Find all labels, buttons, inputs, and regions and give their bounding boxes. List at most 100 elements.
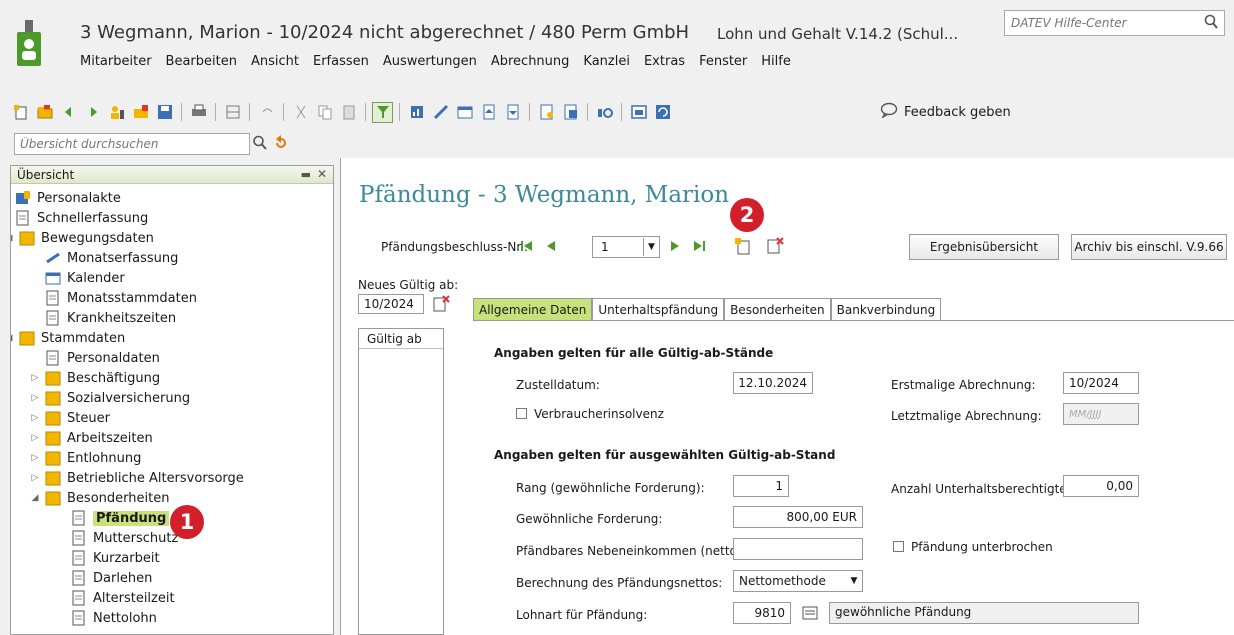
forderung-input[interactable]: 800,00 EUR	[733, 506, 863, 528]
nebeneinkommen-input[interactable]	[733, 538, 863, 560]
pin-icon[interactable]: ▬	[301, 168, 311, 181]
save-icon[interactable]	[154, 102, 175, 123]
refresh-icon[interactable]	[652, 102, 673, 123]
chevron-down-icon[interactable]: ▼	[846, 571, 862, 591]
tree-item-beschaeftigung[interactable]: ▷ Beschäftigung	[29, 368, 160, 388]
ergebnisuebersicht-button[interactable]: Ergebnisübersicht	[909, 234, 1059, 260]
cut-icon[interactable]	[290, 102, 311, 123]
delete-record-icon[interactable]	[765, 236, 785, 256]
copy-icon[interactable]	[314, 102, 335, 123]
paste-icon[interactable]	[338, 102, 359, 123]
lohnart-input[interactable]: 9810	[733, 602, 791, 624]
tab-unterhaltspfaendung[interactable]: Unterhaltspfändung	[592, 298, 725, 320]
tree-item-stammdaten[interactable]: ◢ Stammdaten	[11, 328, 125, 348]
expand-arrow-icon[interactable]: ▷	[29, 373, 41, 383]
tree-item-kurzarbeit[interactable]: Kurzarbeit	[71, 548, 160, 568]
previous-record-icon[interactable]	[541, 236, 561, 256]
export-icon[interactable]	[478, 102, 499, 123]
new-record-icon[interactable]	[733, 236, 753, 256]
tree-item-nettolohn[interactable]: Nettolohn	[71, 608, 157, 628]
tree-item-entlohnung[interactable]: ▷ Entlohnung	[29, 448, 141, 468]
feedback-button[interactable]: Feedback geben	[880, 102, 1011, 122]
document-preview-icon[interactable]	[536, 102, 557, 123]
tree-item-altersteilzeit[interactable]: Altersteilzeit	[71, 588, 175, 608]
edit-folder-icon[interactable]	[130, 102, 151, 123]
tree-item-pfaendung[interactable]: Pfändung	[71, 508, 170, 528]
delete-date-icon[interactable]	[431, 294, 451, 314]
filter-tree-icon[interactable]	[372, 101, 393, 123]
collapse-arrow-icon[interactable]: ◢	[11, 233, 15, 243]
berechnung-select[interactable]: Nettomethode ▼	[733, 570, 863, 592]
tree-item-personaldaten[interactable]: Personaldaten	[45, 348, 160, 368]
document-copy-icon[interactable]	[560, 102, 581, 123]
menu-abrechnung[interactable]: Abrechnung	[491, 54, 580, 69]
tree-item-monatserfassung[interactable]: Monatserfassung	[45, 248, 178, 268]
menu-ansicht[interactable]: Ansicht	[251, 54, 309, 69]
previous-icon[interactable]	[58, 102, 79, 123]
employee-icon[interactable]	[106, 102, 127, 123]
chevron-down-icon[interactable]: ▼	[643, 238, 659, 256]
layout-icon[interactable]	[222, 102, 243, 123]
calendar-icon[interactable]	[454, 102, 475, 123]
reset-search-icon[interactable]	[272, 134, 290, 155]
menu-mitarbeiter[interactable]: Mitarbeiter	[80, 54, 162, 69]
new-document-icon[interactable]	[10, 102, 31, 123]
open-folder-icon[interactable]	[34, 102, 55, 123]
print-icon[interactable]	[188, 102, 209, 123]
overview-search[interactable]	[14, 133, 250, 155]
tree-item-darlehen[interactable]: Darlehen	[71, 568, 152, 588]
tree-item-altersvorsorge[interactable]: ▷ Betriebliche Altersvorsorge	[29, 468, 244, 488]
import-icon[interactable]	[502, 102, 523, 123]
tree-item-arbeitszeiten[interactable]: ▷ Arbeitszeiten	[29, 428, 153, 448]
tree-item-mutterschutz[interactable]: Mutterschutz	[71, 528, 178, 548]
anzahl-input[interactable]: 0,00	[1063, 475, 1139, 497]
tab-bankverbindung[interactable]: Bankverbindung	[830, 298, 942, 320]
collapse-arrow-icon[interactable]: ◢	[11, 333, 15, 343]
next-record-icon[interactable]	[665, 236, 685, 256]
beschluss-select[interactable]: 1 ▼	[592, 236, 660, 258]
verbraucherinsolvenz-checkbox[interactable]	[516, 408, 527, 419]
menu-kanzlei[interactable]: Kanzlei	[583, 54, 640, 69]
menu-bearbeiten[interactable]: Bearbeiten	[166, 54, 247, 69]
menu-auswertungen[interactable]: Auswertungen	[383, 54, 487, 69]
tree-item-monatsstammdaten[interactable]: Monatsstammdaten	[45, 288, 197, 308]
first-record-icon[interactable]	[517, 236, 537, 256]
menu-hilfe[interactable]: Hilfe	[761, 54, 801, 69]
help-center-search[interactable]	[1004, 10, 1225, 36]
pen-icon[interactable]	[430, 102, 451, 123]
help-center-search-input[interactable]	[1005, 11, 1195, 35]
tree-item-bewegungsdaten[interactable]: ◢ Bewegungsdaten	[11, 228, 154, 248]
expand-arrow-icon[interactable]: ▷	[29, 453, 41, 463]
tree-item-kalender[interactable]: Kalender	[45, 268, 125, 288]
undo-icon[interactable]	[256, 102, 277, 123]
search-icon[interactable]	[1204, 14, 1218, 33]
expand-arrow-icon[interactable]: ▷	[29, 473, 41, 483]
zustelldatum-input[interactable]: 12.10.2024	[733, 372, 813, 394]
collapse-arrow-icon[interactable]: ◢	[29, 493, 41, 503]
menu-fenster[interactable]: Fenster	[699, 54, 757, 69]
letztmalige-input[interactable]: MM/JJJJ	[1063, 403, 1139, 425]
rang-input[interactable]: 1	[733, 475, 789, 497]
expand-arrow-icon[interactable]: ▷	[29, 413, 41, 423]
report-icon[interactable]	[406, 102, 427, 123]
erstmalige-input[interactable]: 10/2024	[1063, 372, 1139, 394]
gueltig-ab-list[interactable]: Gültig ab	[358, 328, 444, 635]
menu-erfassen[interactable]: Erfassen	[313, 54, 379, 69]
close-icon[interactable]: ✕	[317, 167, 327, 181]
search-icon[interactable]	[252, 134, 268, 155]
neues-gueltig-input[interactable]: 10/2024	[358, 294, 424, 314]
expand-arrow-icon[interactable]: ▷	[29, 433, 41, 443]
tree-item-sozialversicherung[interactable]: ▷ Sozialversicherung	[29, 388, 190, 408]
next-icon[interactable]	[82, 102, 103, 123]
tree-item-besonderheiten[interactable]: ◢ Besonderheiten	[29, 488, 169, 508]
tree-item-personalakte[interactable]: Personalakte	[15, 188, 121, 208]
pfaendung-unterbrochen-checkbox[interactable]	[893, 541, 904, 552]
expand-arrow-icon[interactable]: ▷	[29, 393, 41, 403]
tree-item-steuer[interactable]: ▷ Steuer	[29, 408, 110, 428]
tab-allgemeine-daten[interactable]: Allgemeine Daten	[473, 298, 593, 320]
archiv-button[interactable]: Archiv bis einschl. V.9.66	[1071, 234, 1227, 260]
window-icon[interactable]	[628, 102, 649, 123]
menu-extras[interactable]: Extras	[644, 54, 695, 69]
tab-besonderheiten[interactable]: Besonderheiten	[724, 298, 831, 320]
tree-item-schnellerfassung[interactable]: Schnellerfassung	[15, 208, 148, 228]
